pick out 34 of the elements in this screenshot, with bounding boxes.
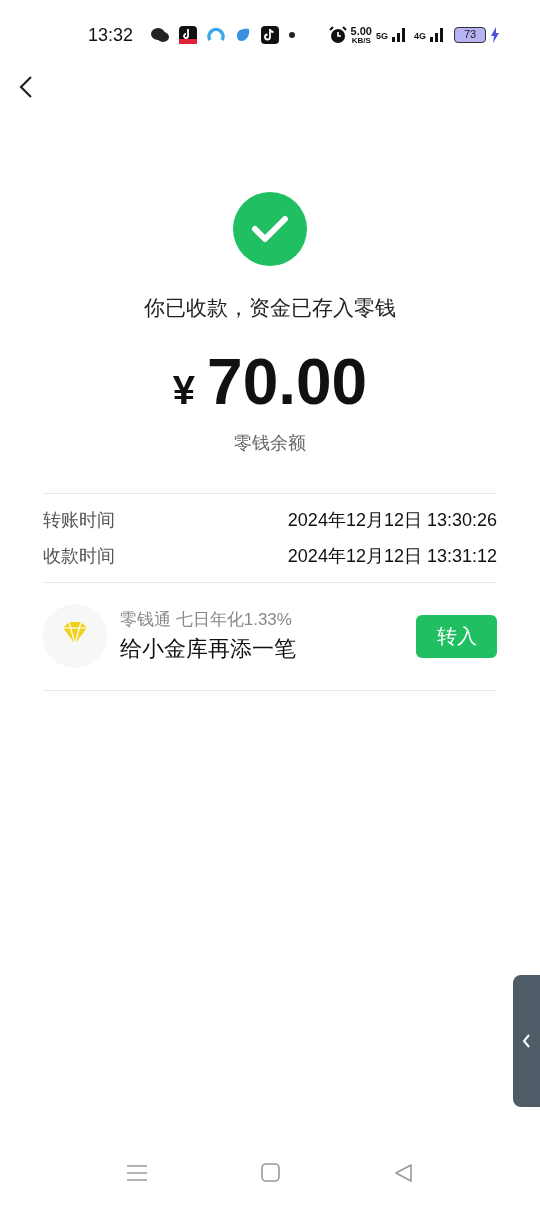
back-nav-icon[interactable] [394, 1163, 413, 1183]
dot-icon [289, 32, 296, 38]
promo-subtitle: 零钱通 七日年化1.33% [120, 609, 293, 631]
alarm-icon [328, 26, 347, 44]
speed-unit: KB/S [351, 36, 371, 45]
currency-symbol: ¥ [172, 366, 196, 414]
detail-value: 2024年12月12日 13:30:26 [287, 508, 497, 532]
app-icon [261, 26, 280, 44]
promo-title: 给小金库再添一笔 [120, 635, 296, 663]
chevron-left-icon [522, 1034, 531, 1048]
charging-icon [490, 27, 500, 43]
detail-label: 收款时间 [43, 544, 115, 568]
signal-icon [392, 28, 406, 42]
back-icon[interactable] [18, 75, 34, 99]
amount: 70.00 [207, 344, 368, 420]
success-check-icon [233, 192, 307, 266]
app-icon [235, 27, 252, 43]
battery-indicator: 73 [454, 27, 486, 43]
signal-icon [430, 28, 444, 42]
network-label: 4G [414, 29, 426, 43]
status-time: 13:32 [88, 23, 134, 47]
app-icon [179, 26, 198, 44]
chat-icon [151, 27, 170, 43]
network-label: 5G [375, 29, 388, 43]
menu-icon[interactable] [127, 1163, 147, 1183]
transfer-in-button[interactable]: 转入 [416, 614, 497, 658]
success-message: 你已收款，资金已存入零钱 [144, 295, 396, 321]
app-icon [207, 26, 226, 44]
detail-value: 2024年12月12日 13:31:12 [287, 544, 497, 568]
speed-value: 5.00 [350, 25, 372, 37]
side-panel-handle[interactable] [513, 975, 540, 1107]
home-icon[interactable] [261, 1163, 280, 1182]
balance-label: 零钱余额 [234, 431, 306, 455]
detail-label: 转账时间 [43, 508, 115, 532]
